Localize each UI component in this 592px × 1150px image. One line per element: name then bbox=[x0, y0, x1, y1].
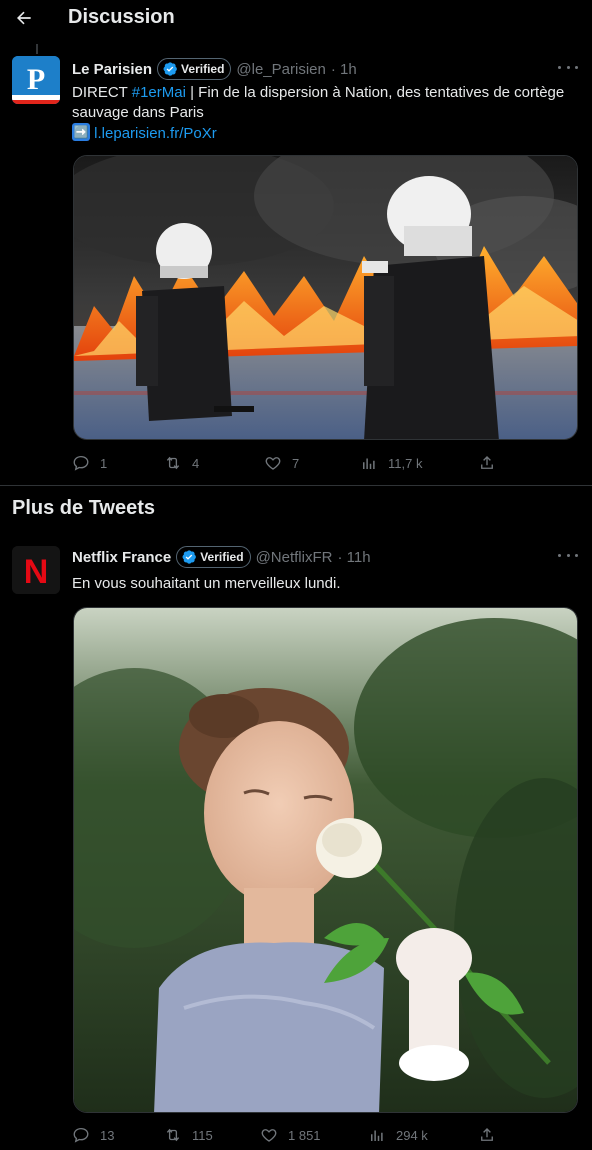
verified-label: Verified bbox=[181, 62, 225, 76]
views-chart-icon bbox=[363, 458, 375, 469]
tweet-header: Le Parisien Verified @le_Parisien · 1h bbox=[72, 58, 357, 80]
views-button[interactable]: 11,7 k bbox=[360, 453, 422, 473]
view-count: 11,7 k bbox=[388, 455, 423, 471]
more-options-icon[interactable] bbox=[558, 60, 578, 74]
page-title: Discussion bbox=[68, 6, 175, 28]
arrow-emoji-icon: ➡️ bbox=[72, 123, 90, 141]
verified-check-icon bbox=[163, 62, 177, 76]
like-button[interactable]: 1 851 bbox=[260, 1125, 321, 1145]
tweet-time[interactable]: · 1h bbox=[331, 61, 357, 78]
reply-icon bbox=[73, 1127, 89, 1143]
tweet-photo[interactable] bbox=[73, 607, 578, 1113]
top-header: Discussion bbox=[0, 0, 592, 36]
author-name[interactable]: Netflix France bbox=[72, 549, 171, 566]
reply-count: 1 bbox=[100, 455, 108, 471]
verified-badge[interactable]: Verified bbox=[176, 546, 251, 568]
avatar-letter: P bbox=[27, 63, 45, 96]
avatar[interactable]: P bbox=[12, 56, 60, 104]
tweet-photo[interactable] bbox=[73, 155, 578, 440]
retweet-count: 115 bbox=[192, 1127, 213, 1143]
retweet-count: 4 bbox=[192, 455, 200, 471]
more-options-icon[interactable] bbox=[558, 548, 578, 562]
heart-icon bbox=[265, 457, 281, 470]
views-chart-icon bbox=[371, 1130, 383, 1141]
views-button[interactable]: 294 k bbox=[368, 1125, 428, 1145]
reply-button[interactable]: 13 bbox=[72, 1125, 114, 1145]
share-button[interactable] bbox=[478, 1125, 496, 1145]
tweet-netflix-france[interactable]: N Netflix France Verified @NetflixFR · 1… bbox=[0, 534, 592, 1150]
author-handle[interactable]: @le_Parisien bbox=[236, 61, 325, 78]
verified-check-icon bbox=[182, 550, 197, 564]
avatar-letter: N bbox=[24, 553, 49, 591]
share-icon bbox=[481, 456, 493, 469]
author-handle[interactable]: @NetflixFR bbox=[256, 549, 333, 566]
tweet-actions: 1 4 7 11,7 k bbox=[72, 453, 502, 473]
text-prefix: DIRECT bbox=[72, 84, 132, 101]
more-tweets-heading: Plus de Tweets bbox=[12, 497, 156, 519]
avatar[interactable]: N bbox=[12, 546, 60, 594]
tweet-url-link[interactable]: l.leparisien.fr/PoXr bbox=[94, 125, 217, 142]
reply-count: 13 bbox=[100, 1127, 115, 1143]
like-count: 7 bbox=[292, 455, 300, 471]
tweet-time[interactable]: · 11h bbox=[337, 549, 370, 566]
thread-line bbox=[36, 44, 38, 54]
tweet-header: Netflix France Verified @NetflixFR · 11h bbox=[72, 546, 371, 568]
retweet-button[interactable]: 4 bbox=[164, 453, 199, 473]
retweet-button[interactable]: 115 bbox=[164, 1125, 213, 1145]
retweet-icon bbox=[166, 1128, 180, 1142]
hashtag-link[interactable]: #1erMai bbox=[132, 84, 186, 101]
reply-button[interactable]: 1 bbox=[72, 453, 107, 473]
share-icon bbox=[481, 1128, 493, 1141]
tweet-text: DIRECT #1erMai | Fin de la dispersion à … bbox=[72, 83, 577, 144]
verified-badge[interactable]: Verified bbox=[157, 58, 232, 80]
tweet-actions: 13 115 1 851 294 k bbox=[72, 1125, 502, 1145]
like-button[interactable]: 7 bbox=[264, 453, 299, 473]
like-count: 1 851 bbox=[288, 1127, 321, 1143]
view-count: 294 k bbox=[396, 1127, 428, 1143]
tweet-text: En vous souhaitant un merveilleux lundi. bbox=[72, 575, 341, 592]
reply-icon bbox=[73, 455, 89, 471]
retweet-icon bbox=[166, 456, 180, 470]
author-name[interactable]: Le Parisien bbox=[72, 61, 152, 78]
tweet-le-parisien[interactable]: P Le Parisien Verified @le_Parisien · 1h… bbox=[0, 36, 592, 486]
back-arrow-icon[interactable] bbox=[12, 6, 36, 30]
verified-label: Verified bbox=[200, 550, 244, 564]
heart-icon bbox=[261, 1129, 277, 1142]
share-button[interactable] bbox=[478, 453, 496, 473]
